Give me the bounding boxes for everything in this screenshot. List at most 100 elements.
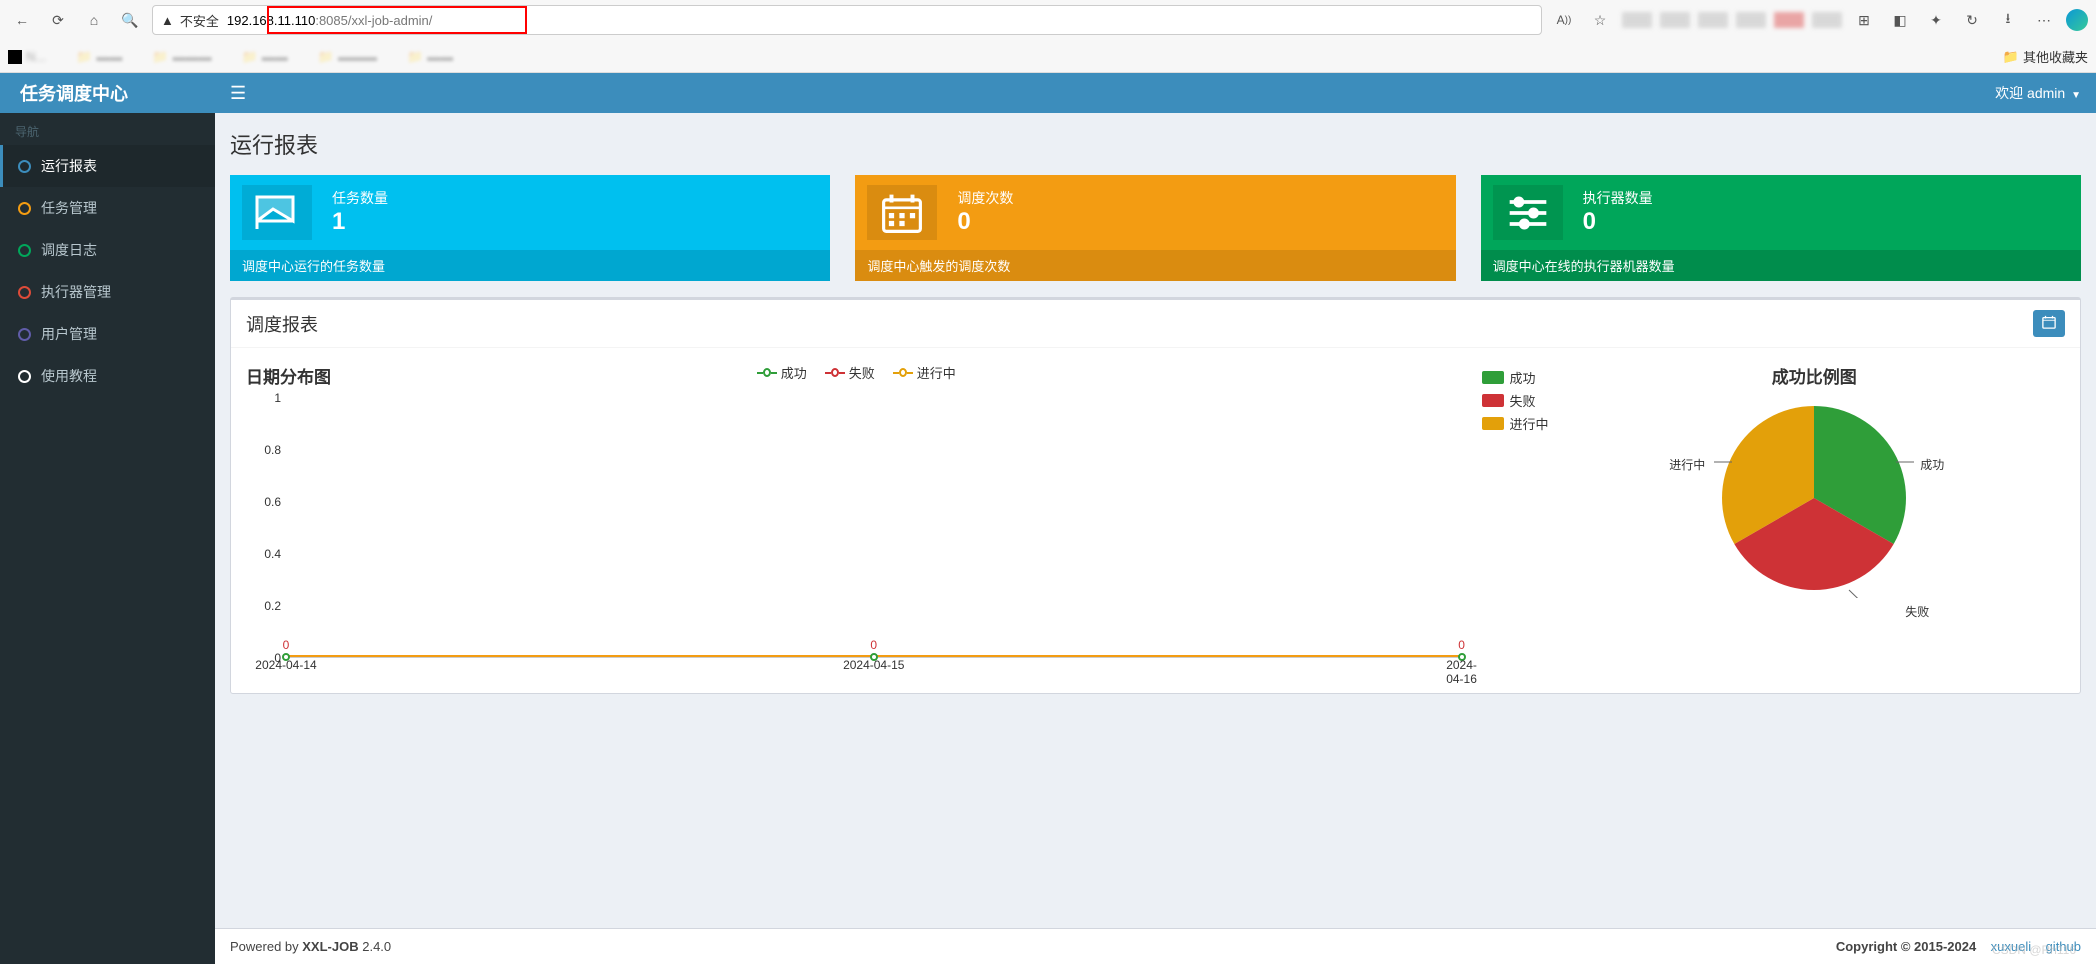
favorite-icon[interactable]: ☆	[1586, 6, 1614, 34]
copilot-icon[interactable]	[2066, 9, 2088, 31]
nav-header: 导航	[0, 113, 215, 145]
home-icon[interactable]: ⌂	[80, 6, 108, 34]
sidebar-item-2[interactable]: 调度日志	[0, 229, 215, 271]
card-footer: 调度中心在线的执行器机器数量	[1481, 250, 2081, 281]
other-bookmarks[interactable]: 📁 其他收藏夹	[2003, 47, 2088, 66]
other-bookmarks-label: 其他收藏夹	[2023, 47, 2088, 66]
nav-circle-icon	[18, 160, 31, 173]
nav-circle-icon	[18, 202, 31, 215]
history-icon[interactable]: ↻	[1958, 6, 1986, 34]
bookmark-item[interactable]: 📁▬▬	[76, 49, 122, 65]
sidebar-item-1[interactable]: 任务管理	[0, 187, 215, 229]
bookmark-item[interactable]: 📁▬▬▬	[318, 49, 377, 65]
card-label: 任务数量	[332, 188, 818, 208]
bookmark-bar: N... 📁▬▬ 📁▬▬▬ 📁▬▬ 📁▬▬▬ 📁▬▬ 📁 其他收藏夹	[0, 40, 2096, 73]
url-path: /xxl-job-admin/	[348, 13, 433, 28]
sidebar-item-3[interactable]: 执行器管理	[0, 271, 215, 313]
pie-legend-item[interactable]: 进行中	[1482, 414, 1549, 433]
bookmark-item[interactable]: 📁▬▬	[407, 49, 453, 65]
box-title: 调度报表	[246, 311, 318, 337]
url-port: :8085	[315, 13, 348, 28]
copyright-label: Copyright © 2015-2024	[1836, 939, 1976, 954]
card-value: 0	[957, 208, 1443, 237]
sidebar-item-0[interactable]: 运行报表	[0, 145, 215, 187]
line-chart-title: 日期分布图	[246, 363, 331, 388]
legend-label: 进行中	[917, 363, 956, 382]
y-tick: 0.8	[264, 443, 281, 457]
calendar-icon	[2042, 315, 2056, 329]
data-label: 0	[1458, 638, 1465, 652]
read-aloud-icon[interactable]: A))	[1550, 6, 1578, 34]
nav-circle-icon	[18, 244, 31, 257]
pie-label-running: 进行中	[1669, 456, 1705, 473]
legend-item[interactable]: 进行中	[893, 363, 956, 382]
card-label: 执行器数量	[1583, 188, 2069, 208]
nav-label: 使用教程	[41, 366, 97, 386]
legend-swatch	[1482, 417, 1504, 430]
legend-item[interactable]: 失败	[825, 363, 875, 382]
more-icon[interactable]: ⋯	[2030, 6, 2058, 34]
x-tick: 2024-04-15	[843, 658, 904, 672]
collections-icon[interactable]: ◧	[1886, 6, 1914, 34]
ext-blur-4	[1736, 12, 1766, 28]
card-value: 0	[1583, 208, 2069, 237]
nav-label: 任务管理	[41, 198, 97, 218]
topbar: ☰ 欢迎 admin ▼	[215, 73, 2096, 113]
calendar-button[interactable]	[2033, 310, 2065, 337]
y-tick: 0.2	[264, 599, 281, 613]
legend-swatch	[1482, 394, 1504, 407]
nav-label: 调度日志	[41, 240, 97, 260]
card-footer: 调度中心触发的调度次数	[855, 250, 1455, 281]
x-tick: 2024-04-16	[1446, 658, 1477, 686]
nav-label: 执行器管理	[41, 282, 111, 302]
stat-card-0[interactable]: 任务数量 1 调度中心运行的任务数量	[230, 175, 830, 281]
sidebar-item-5[interactable]: 使用教程	[0, 355, 215, 397]
bookmark-item[interactable]: 📁▬▬	[242, 49, 288, 65]
browser-chrome: ← ⟳ ⌂ 🔍 ▲ 不安全 192.168.11.110:8085/xxl-jo…	[0, 0, 2096, 73]
nav-circle-icon	[18, 370, 31, 383]
stat-card-1[interactable]: 调度次数 0 调度中心触发的调度次数	[855, 175, 1455, 281]
legend-label: 失败	[849, 363, 875, 382]
favorites-bar-icon[interactable]: ✦	[1922, 6, 1950, 34]
line-chart: 00.20.40.60.81 0 0 0 2024-04-142024-04-1	[246, 398, 1462, 678]
bookmark-item[interactable]: 📁▬▬▬	[152, 49, 211, 65]
card-icon	[867, 185, 937, 240]
sidebar-item-4[interactable]: 用户管理	[0, 313, 215, 355]
pie-legend-item[interactable]: 失败	[1482, 391, 1549, 410]
security-label: 不安全	[180, 11, 219, 30]
ext-blur-3	[1698, 12, 1728, 28]
search-icon[interactable]: 🔍	[116, 6, 144, 34]
user-menu[interactable]: 欢迎 admin ▼	[1995, 83, 2081, 103]
refresh-icon[interactable]: ⟳	[44, 6, 72, 34]
extensions-icon[interactable]: ⊞	[1850, 6, 1878, 34]
brand[interactable]: 任务调度中心	[0, 73, 215, 113]
x-tick: 2024-04-14	[255, 658, 316, 672]
y-tick: 1	[274, 391, 281, 405]
pie-chart	[1714, 398, 1914, 598]
pie-legend-item[interactable]: 成功	[1482, 368, 1549, 387]
watermark: CSDN @Rh116	[1992, 943, 2076, 957]
legend-item[interactable]: 成功	[757, 363, 807, 382]
line-chart-area: 日期分布图 成功失败进行中 00.20.40.60.81 0	[246, 363, 1462, 678]
legend-label: 成功	[1510, 368, 1536, 387]
stat-card-2[interactable]: 执行器数量 0 调度中心在线的执行器机器数量	[1481, 175, 2081, 281]
powered-by-label: Powered by	[230, 939, 302, 954]
data-label: 0	[870, 638, 877, 652]
pie-chart-title: 成功比例图	[1564, 363, 2065, 388]
bookmark-item[interactable]: N...	[8, 49, 46, 65]
nav-circle-icon	[18, 286, 31, 299]
nav-label: 运行报表	[41, 156, 97, 176]
y-tick: 0.6	[264, 495, 281, 509]
legend-label: 成功	[781, 363, 807, 382]
ext-blur-6	[1812, 12, 1842, 28]
data-label: 0	[283, 638, 290, 652]
hamburger-icon[interactable]: ☰	[230, 83, 246, 104]
pie-label-fail: 失败	[1905, 603, 1929, 620]
back-icon[interactable]: ←	[8, 6, 36, 34]
ext-blur-2	[1660, 12, 1690, 28]
downloads-icon[interactable]: ⭳	[1994, 6, 2022, 34]
folder-icon: 📁	[2003, 49, 2019, 65]
url-bar[interactable]: ▲ 不安全 192.168.11.110:8085/xxl-job-admin/	[152, 5, 1542, 35]
sidebar: 任务调度中心 导航 运行报表任务管理调度日志执行器管理用户管理使用教程	[0, 73, 215, 964]
page-title: 运行报表	[230, 128, 2081, 160]
